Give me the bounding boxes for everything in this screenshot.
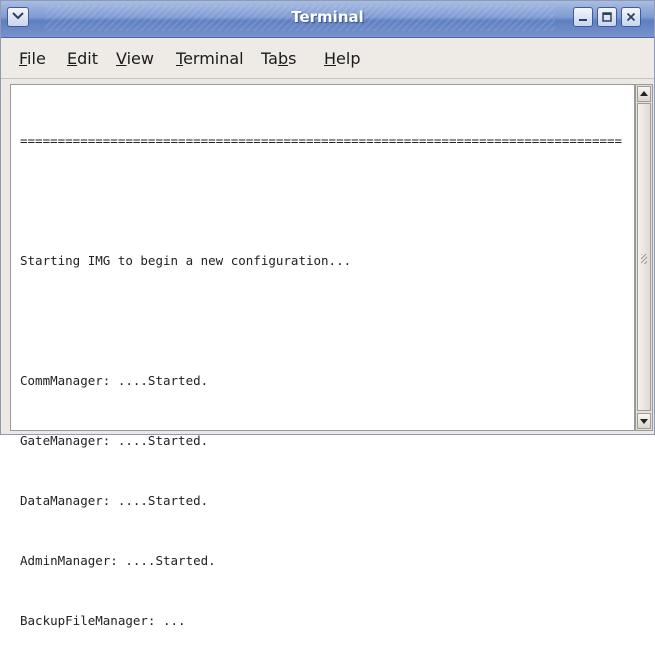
menu-tabs[interactable]: Tabs bbox=[261, 49, 296, 68]
terminal-line: BackupFileManager: ... bbox=[20, 613, 186, 628]
scroll-down-button[interactable] bbox=[637, 413, 651, 429]
title-bar[interactable]: Terminal bbox=[1, 1, 654, 38]
scroll-thumb[interactable] bbox=[637, 103, 651, 411]
terminal-output: ========================================… bbox=[20, 91, 622, 671]
menu-file[interactable]: File bbox=[19, 49, 46, 68]
close-icon bbox=[626, 12, 636, 22]
terminal-line: CommManager: ....Started. bbox=[20, 373, 209, 388]
menu-help[interactable]: Help bbox=[324, 49, 360, 68]
menu-edit[interactable]: Edit bbox=[67, 49, 98, 68]
minimize-icon bbox=[579, 19, 587, 21]
menu-terminal[interactable]: Terminal bbox=[176, 49, 244, 68]
close-button[interactable] bbox=[621, 7, 641, 27]
menu-view[interactable]: View bbox=[116, 49, 154, 68]
vertical-scrollbar[interactable] bbox=[635, 84, 653, 431]
terminal-window: Terminal File Edit View Terminal Tabs He… bbox=[0, 0, 655, 628]
terminal-line: Starting IMG to begin a new configuratio… bbox=[20, 253, 352, 268]
terminal-line: DataManager: ....Started. bbox=[20, 493, 209, 508]
terminal-output-area[interactable]: ========================================… bbox=[10, 84, 635, 628]
scroll-up-button[interactable] bbox=[637, 86, 651, 102]
arrow-up-icon bbox=[640, 91, 648, 96]
terminal-line: AdminManager: ....Started. bbox=[20, 553, 216, 568]
menu-bar: File Edit View Terminal Tabs Help bbox=[1, 38, 654, 79]
window-title: Terminal bbox=[291, 8, 364, 26]
maximize-button[interactable] bbox=[597, 7, 617, 27]
maximize-icon bbox=[602, 12, 612, 22]
minimize-button[interactable] bbox=[573, 7, 593, 27]
terminal-line: GateManager: ....Started. bbox=[20, 433, 209, 448]
arrow-down-icon bbox=[640, 419, 648, 424]
terminal-line: ========================================… bbox=[20, 133, 623, 148]
grip-icon bbox=[641, 254, 647, 264]
